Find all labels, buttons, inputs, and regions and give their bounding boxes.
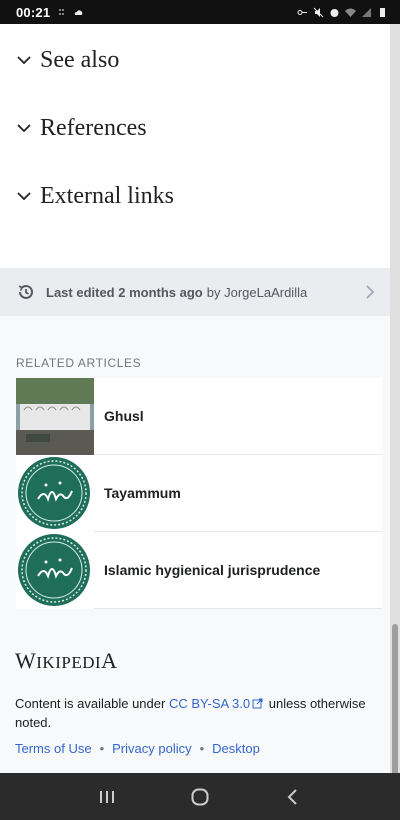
footer-links: Terms of Use • Privacy policy • Desktop xyxy=(15,741,260,756)
desktop-link[interactable]: Desktop xyxy=(212,741,260,756)
recent-apps-icon xyxy=(99,790,114,803)
home-icon xyxy=(191,788,209,805)
wifi-icon xyxy=(345,8,356,17)
last-edited-user: by JorgeLaArdilla xyxy=(206,284,308,300)
wordmark-last: A xyxy=(101,648,118,673)
section-title: External links xyxy=(40,182,174,209)
wordmark-mid: IKIPEDI xyxy=(36,653,102,672)
article-thumbnail xyxy=(16,531,94,609)
scrollbar[interactable] xyxy=(390,24,400,784)
battery-icon xyxy=(380,7,385,17)
fiqh-emblem-icon xyxy=(18,533,90,606)
section-title: See also xyxy=(40,46,120,73)
terms-of-use-link[interactable]: Terms of Use xyxy=(15,741,92,756)
license-text: Content is available under CC BY-SA 3.0 … xyxy=(15,694,380,732)
cloud-icon xyxy=(75,9,83,15)
mute-icon xyxy=(313,7,324,17)
key-icon xyxy=(297,9,307,15)
article-thumbnail xyxy=(16,377,94,455)
recent-apps-button[interactable] xyxy=(94,784,120,810)
wordmark-first: W xyxy=(15,648,37,673)
chevron-down-icon xyxy=(17,124,31,133)
back-button[interactable] xyxy=(280,784,306,810)
related-article-card[interactable]: Tayammum xyxy=(16,454,382,532)
privacy-policy-link[interactable]: Privacy policy xyxy=(112,741,191,756)
section-external-links[interactable]: External links xyxy=(0,176,390,216)
license-link[interactable]: CC BY-SA 3.0 xyxy=(169,696,250,711)
external-link-icon xyxy=(252,698,263,709)
chevron-right-icon xyxy=(366,285,375,299)
notification-icons xyxy=(58,7,84,18)
home-button[interactable] xyxy=(187,784,213,810)
signal-icon xyxy=(362,7,371,17)
article-title: Islamic hygienical jurisprudence xyxy=(104,562,321,578)
article-title: Ghusl xyxy=(104,408,144,424)
separator-dot: • xyxy=(99,741,105,756)
section-see-also[interactable]: See also xyxy=(0,40,390,80)
related-article-card[interactable]: Ghusl xyxy=(16,377,382,455)
separator-dot: • xyxy=(199,741,205,756)
history-icon xyxy=(18,284,33,299)
related-articles-heading: RELATED ARTICLES xyxy=(16,356,142,370)
building-photo-icon xyxy=(16,377,94,455)
clock-time: 00:21 xyxy=(16,4,51,20)
alarm-icon xyxy=(330,8,339,17)
wikipedia-wordmark: WIKIPEDIA xyxy=(15,648,118,674)
status-bar: 00:21 xyxy=(0,0,400,24)
related-article-card[interactable]: Islamic hygienical jurisprudence xyxy=(16,531,382,609)
chevron-down-icon xyxy=(17,56,31,65)
article-title: Tayammum xyxy=(104,485,181,501)
section-title: References xyxy=(40,114,147,141)
last-edited-time: Last edited 2 months ago xyxy=(46,284,203,300)
back-icon xyxy=(287,788,298,805)
last-edited-bar[interactable]: Last edited 2 months ago by JorgeLaArdil… xyxy=(0,268,390,316)
fiqh-emblem-icon xyxy=(18,456,90,529)
license-pre: Content is available under xyxy=(15,696,166,711)
section-references[interactable]: References xyxy=(0,108,390,148)
dots-icon xyxy=(59,8,65,15)
navigation-bar xyxy=(0,773,400,820)
scrollbar-thumb[interactable] xyxy=(392,624,398,784)
system-icons xyxy=(297,7,388,18)
chevron-down-icon xyxy=(17,192,31,201)
article-thumbnail xyxy=(16,454,94,532)
